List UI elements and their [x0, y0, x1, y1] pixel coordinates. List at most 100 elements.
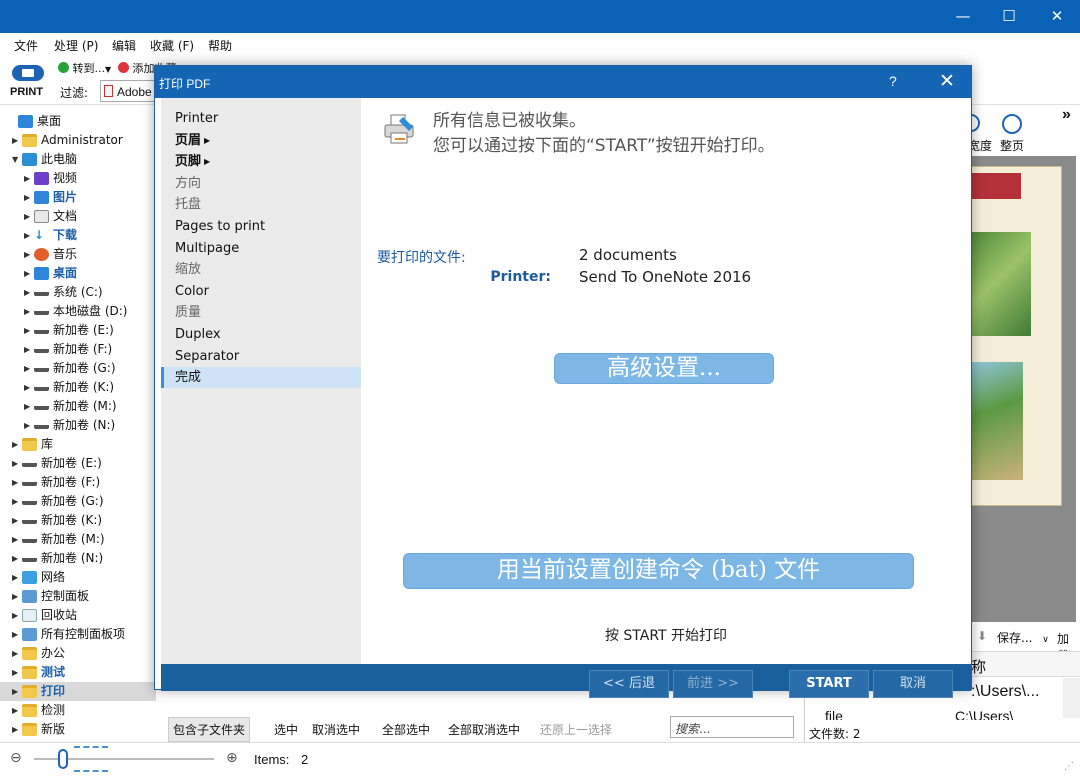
tree-item[interactable]: ▶ 网络	[0, 568, 156, 587]
chevron-right-icon[interactable]: ▶	[12, 530, 22, 549]
zoom-slider-thumb[interactable]	[58, 749, 68, 769]
maximize-button[interactable]: ☐	[986, 0, 1032, 33]
chevron-right-icon[interactable]: ▶	[12, 644, 22, 663]
deselect-all-button[interactable]: 全部取消选中	[448, 721, 520, 738]
filter-input[interactable]: Adobe A	[100, 80, 160, 102]
chevron-right-icon[interactable]: ▶	[24, 169, 34, 188]
select-button[interactable]: 选中	[274, 721, 298, 738]
dialog-nav-item[interactable]: Multipage	[161, 238, 361, 259]
chevron-right-icon[interactable]: ▶	[12, 720, 22, 739]
tree-item[interactable]: ▶ 新加卷 (E:)	[0, 454, 156, 473]
dialog-nav-item[interactable]: 质量	[161, 302, 361, 323]
cancel-button[interactable]: 取消	[873, 670, 953, 698]
chevron-right-icon[interactable]: ▶	[24, 359, 34, 378]
dialog-nav-item[interactable]: 缩放	[161, 259, 361, 280]
tree-item[interactable]: ▶ 新加卷 (E:)	[0, 321, 156, 340]
tree-item[interactable]: ▶ 文档	[0, 207, 156, 226]
tree-item[interactable]: ▶ 新加卷 (M:)	[0, 530, 156, 549]
tree-item[interactable]: ▶ 新加卷 (K:)	[0, 378, 156, 397]
chevron-right-icon[interactable]: ▶	[12, 473, 22, 492]
dialog-close-button[interactable]: ✕	[939, 70, 955, 92]
tree-item[interactable]: ▶ 库	[0, 435, 156, 454]
dialog-nav-item[interactable]: Duplex	[161, 324, 361, 345]
dialog-nav-item[interactable]: 方向	[161, 173, 361, 194]
tree-item[interactable]: ▶ 音乐	[0, 245, 156, 264]
create-bat-file-button[interactable]: 用当前设置创建命令 (bat) 文件	[403, 553, 914, 589]
tree-item[interactable]: ▶ 图片	[0, 188, 156, 207]
menu-favorites[interactable]: 收藏 (F)	[150, 37, 194, 54]
tree-item[interactable]: ▶ 所有控制面板项	[0, 625, 156, 644]
chevron-right-icon[interactable]: ▶	[24, 283, 34, 302]
menu-process[interactable]: 处理 (P)	[54, 37, 98, 54]
advanced-settings-button[interactable]: 高级设置...	[554, 353, 774, 384]
full-page-icon[interactable]	[1002, 114, 1022, 134]
chevron-right-icon[interactable]: ▶	[24, 340, 34, 359]
table-row[interactable]: file C:\Users\	[805, 708, 1061, 720]
dialog-nav-item[interactable]: 页脚 ▶	[161, 151, 361, 172]
start-button[interactable]: START	[789, 670, 869, 698]
tree-item[interactable]: ▶ 新加卷 (M:)	[0, 397, 156, 416]
tree-item[interactable]: ▶ 视频	[0, 169, 156, 188]
tree-item[interactable]: ▶ 新加卷 (N:)	[0, 416, 156, 435]
tree-item[interactable]: ▶ 本地磁盘 (D:)	[0, 302, 156, 321]
tree-item[interactable]: ▶ 新加卷 (K:)	[0, 511, 156, 530]
chevron-right-icon[interactable]: ▶	[24, 302, 34, 321]
tree-item[interactable]: ▶ 测试	[0, 663, 156, 682]
chevron-right-icon[interactable]: ▶	[12, 682, 22, 701]
chevron-right-icon[interactable]: ▶	[12, 587, 22, 606]
tree-item[interactable]: ▶ 办公	[0, 644, 156, 663]
tree-item[interactable]: ▶ 新加卷 (G:)	[0, 359, 156, 378]
chevron-right-icon[interactable]: ▶	[12, 131, 22, 150]
tree-item[interactable]: ▶ 打印	[0, 682, 156, 701]
minimize-button[interactable]: —	[940, 0, 986, 33]
dialog-nav-item[interactable]: 页眉 ▶	[161, 130, 361, 151]
chevron-right-icon[interactable]: ▶	[12, 606, 22, 625]
tree-item[interactable]: ▶ 检测	[0, 701, 156, 720]
dialog-nav-item[interactable]: 完成	[161, 367, 361, 389]
zoom-in-icon[interactable]: ⊕	[226, 749, 238, 766]
tree-item[interactable]: ▶ 回收站	[0, 606, 156, 625]
menu-help[interactable]: 帮助	[208, 37, 232, 54]
tree-item[interactable]: ▶ 桌面	[0, 264, 156, 283]
chevron-right-icon[interactable]: ▶	[12, 549, 22, 568]
chevron-right-icon[interactable]: ▶	[24, 264, 34, 283]
chevron-down-icon[interactable]: ▼	[12, 150, 22, 169]
chevron-right-icon[interactable]: ▶	[24, 397, 34, 416]
tree-item[interactable]: ▶ 系统 (C:)	[0, 283, 156, 302]
chevron-right-icon[interactable]: ▶	[12, 568, 22, 587]
chevron-right-icon[interactable]: ▶	[24, 207, 34, 226]
tree-item[interactable]: ▶ 新版	[0, 720, 156, 739]
chevron-right-icon[interactable]: ▶	[24, 378, 34, 397]
chevron-right-icon[interactable]: ▶	[24, 226, 34, 245]
goto-button[interactable]: 转到...▼	[58, 60, 111, 76]
deselect-button[interactable]: 取消选中	[312, 721, 360, 738]
zoom-out-icon[interactable]: ⊖	[10, 749, 22, 766]
chevron-right-icon[interactable]: ▶	[24, 416, 34, 435]
dialog-nav-item[interactable]: Separator	[161, 346, 361, 367]
dialog-nav-item[interactable]: Pages to print	[161, 216, 361, 237]
more-icon[interactable]: »	[1062, 106, 1071, 124]
back-button[interactable]: << 后退	[589, 670, 669, 698]
chevron-right-icon[interactable]: ▶	[24, 245, 34, 264]
search-input[interactable]: 搜索...	[670, 716, 794, 738]
chevron-right-icon[interactable]: ▶	[12, 625, 22, 644]
chevron-right-icon[interactable]: ▶	[12, 663, 22, 682]
dialog-nav-item[interactable]: 托盘	[161, 194, 361, 215]
chevron-right-icon[interactable]: ▶	[12, 435, 22, 454]
chevron-right-icon[interactable]: ▶	[12, 701, 22, 720]
select-all-button[interactable]: 全部选中	[382, 721, 430, 738]
chevron-right-icon[interactable]: ▶	[12, 454, 22, 473]
save-button[interactable]: 保存... ∨	[997, 629, 1049, 646]
dialog-nav-item[interactable]: Printer	[161, 108, 361, 129]
tree-item[interactable]: ▶ 新加卷 (N:)	[0, 549, 156, 568]
chevron-right-icon[interactable]: ▶	[12, 492, 22, 511]
restore-selection-button[interactable]: 还原上一选择	[540, 721, 612, 738]
tree-item[interactable]: ▶ 新加卷 (F:)	[0, 473, 156, 492]
tree-item[interactable]: 桌面	[0, 112, 156, 131]
close-window-button[interactable]: ✕	[1034, 0, 1080, 33]
print-button[interactable]: PRINT	[8, 59, 48, 101]
include-subfolders-toggle[interactable]: 包含子文件夹	[168, 717, 251, 742]
menu-file[interactable]: 文件	[14, 37, 38, 54]
chevron-right-icon[interactable]: ▶	[12, 511, 22, 530]
tree-item[interactable]: ▶ ↓ 下载	[0, 226, 156, 245]
